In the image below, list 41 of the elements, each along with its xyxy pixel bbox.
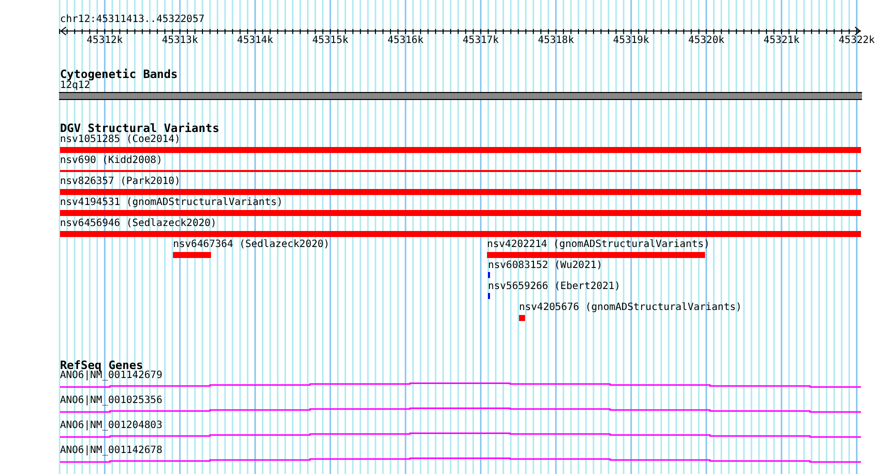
transcript-line[interactable] bbox=[60, 432, 861, 438]
track-title: RefSeq Genes bbox=[60, 358, 144, 372]
transcript-line[interactable] bbox=[60, 382, 861, 388]
track-title: Cytogenetic Bands bbox=[60, 67, 178, 81]
tick-label: 45321k bbox=[762, 35, 801, 47]
tick-label: 45322k bbox=[838, 35, 876, 47]
variant-bar[interactable] bbox=[60, 231, 861, 237]
transcript-line[interactable] bbox=[60, 458, 861, 463]
tick-label: 45316k bbox=[386, 35, 425, 47]
tick-label: 45313k bbox=[160, 35, 199, 47]
variant-bar[interactable] bbox=[60, 189, 861, 195]
transcript-line[interactable] bbox=[60, 408, 861, 413]
variant-label: nsv826357 (Park2010) bbox=[60, 176, 180, 188]
variant-label: nsv690 (Kidd2008) bbox=[60, 155, 162, 167]
tick-label: 45320k bbox=[687, 35, 726, 47]
variant-label: nsv4205676 (gnomADStructuralVariants) bbox=[519, 302, 742, 314]
tick-label: 45317k bbox=[462, 35, 500, 47]
transcript-label: ANO6|NM_001204803 bbox=[60, 420, 162, 432]
tick-label: 45312k bbox=[86, 35, 124, 47]
tick-label: 45319k bbox=[612, 35, 650, 47]
variant-bar[interactable] bbox=[60, 147, 861, 153]
tick-label: 45315k bbox=[311, 35, 350, 47]
variant-label: nsv4202214 (gnomADStructuralVariants) bbox=[487, 239, 710, 251]
variant-bar[interactable] bbox=[487, 252, 705, 258]
variant-label: nsv1051285 (Coe2014) bbox=[60, 134, 180, 146]
variant-label: nsv5659266 (Ebert2021) bbox=[488, 281, 620, 293]
transcript-label: ANO6|NM_001142678 bbox=[60, 445, 162, 457]
variant-bar[interactable] bbox=[173, 252, 211, 258]
ruler-location: chr12:45311413..45322057 bbox=[60, 14, 204, 26]
track-title: DGV Structural Variants bbox=[60, 121, 220, 135]
transcript-label: ANO6|NM_001142679 bbox=[60, 370, 162, 382]
tick-label: 45314k bbox=[236, 35, 274, 47]
variant-bar[interactable] bbox=[519, 315, 525, 321]
variant-label: nsv4194531 (gnomADStructuralVariants) bbox=[60, 197, 283, 209]
variant-label: nsv6467364 (Sedlazeck2020) bbox=[173, 239, 330, 251]
band-label: 12q12 bbox=[60, 80, 90, 92]
variant-label: nsv6456946 (Sedlazeck2020) bbox=[60, 218, 217, 230]
variant-label: nsv6083152 (Wu2021) bbox=[488, 260, 602, 272]
variant-bar[interactable] bbox=[60, 210, 861, 216]
transcript-label: ANO6|NM_001025356 bbox=[60, 395, 162, 407]
tick-label: 45318k bbox=[536, 35, 575, 47]
